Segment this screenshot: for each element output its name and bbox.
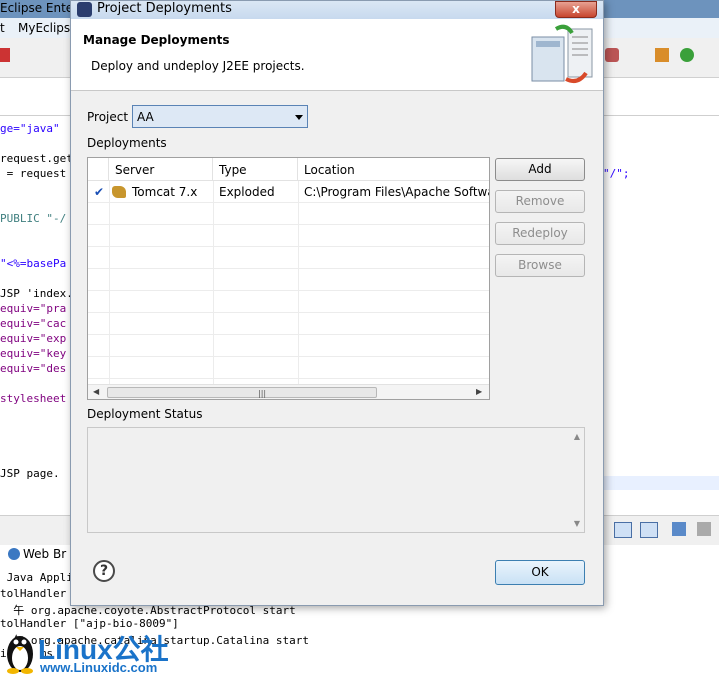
project-select[interactable]: AA: [132, 105, 308, 128]
scroll-down-icon[interactable]: ▼: [574, 519, 580, 528]
tomcat-icon: [112, 186, 126, 198]
ok-button[interactable]: OK: [495, 560, 585, 585]
code-line: equiv="pra: [0, 302, 67, 315]
table-row-empty: [88, 269, 489, 291]
chevron-down-icon: [295, 115, 303, 120]
code-line: request.get: [0, 152, 73, 165]
server-cell: Tomcat 7.x: [110, 181, 213, 203]
code-line: "<%=basePa: [0, 257, 67, 270]
redeploy-button[interactable]: Redeploy: [495, 222, 585, 245]
column-header-server[interactable]: Server: [109, 158, 213, 181]
open-console-icon[interactable]: [672, 522, 686, 536]
console-pin-icon[interactable]: [640, 522, 658, 538]
new-wizard-icon[interactable]: [680, 48, 694, 62]
code-line: ge="java": [0, 122, 60, 135]
column-divider: [213, 181, 214, 384]
menu-item-myeclipse[interactable]: MyEclips: [18, 21, 70, 35]
current-line-highlight: [600, 476, 719, 490]
tab-web-browser[interactable]: Web Br: [4, 545, 70, 565]
console-display-icon[interactable]: [614, 522, 632, 538]
location-cell: C:\Program Files\Apache Softwa: [304, 185, 489, 199]
scroll-up-icon[interactable]: ▲: [574, 432, 580, 441]
toolbar-icon[interactable]: [0, 48, 10, 62]
console-line: Java Applic: [0, 571, 80, 584]
column-divider: [298, 181, 299, 384]
scroll-left-icon[interactable]: ◀: [93, 387, 99, 396]
project-select-value: AA: [137, 110, 154, 124]
myeclipse-logo-icon: [77, 2, 92, 17]
package-icon[interactable]: [655, 48, 669, 62]
deploy-server-icon: [531, 24, 593, 83]
deployments-table[interactable]: Server Type Location ✔ Tomcat 7.x Explod…: [87, 157, 490, 400]
code-line: equiv="key: [0, 347, 67, 360]
table-header: Server Type Location: [88, 158, 489, 181]
code-line: JSP page.: [0, 467, 60, 480]
eclipse-window-title: Eclipse Enter: [0, 1, 79, 15]
scrollbar-thumb[interactable]: |||: [107, 387, 377, 398]
horizontal-scrollbar[interactable]: ◀ ||| ▶: [88, 384, 489, 399]
column-header-location[interactable]: Location: [298, 158, 489, 181]
code-line: equiv="cac: [0, 317, 67, 330]
table-row-empty: [88, 247, 489, 269]
console-line: tolHandler: [0, 587, 67, 600]
minimize-view-icon[interactable]: [697, 522, 711, 536]
globe-icon: [8, 548, 20, 560]
dialog-title-bar[interactable]: Project Deployments x: [71, 1, 603, 19]
table-row-empty: [88, 291, 489, 313]
run-icon[interactable]: [605, 48, 619, 62]
code-line: equiv="des: [0, 362, 67, 375]
penguin-logo-icon: [7, 636, 33, 674]
deployment-status-text[interactable]: ▲ ▼: [87, 427, 585, 533]
table-row-empty: [88, 335, 489, 357]
add-button[interactable]: Add: [495, 158, 585, 181]
table-row-empty: [88, 203, 489, 225]
column-header-check: [88, 158, 109, 181]
code-line: stylesheet: [0, 392, 67, 405]
close-button[interactable]: x: [555, 1, 597, 18]
column-header-type[interactable]: Type: [213, 158, 298, 181]
menu-item-project[interactable]: t: [0, 21, 5, 35]
dialog-description: Deploy and undeploy J2EE projects.: [91, 59, 305, 73]
help-button[interactable]: ?: [93, 560, 115, 582]
watermark: Linux公社 www.Linuxidc.com: [4, 628, 204, 678]
remove-button[interactable]: Remove: [495, 190, 585, 213]
code-fragment-right: "/";: [603, 167, 630, 180]
dialog-header: Manage Deployments: [83, 33, 230, 47]
server-name: Tomcat 7.x: [132, 185, 198, 199]
project-deployments-dialog: Project Deployments x Manage Deployments…: [70, 0, 604, 606]
code-line: PUBLIC "-/: [0, 212, 67, 225]
check-icon: ✔: [94, 185, 105, 199]
type-cell: Exploded: [219, 185, 275, 199]
deployments-label: Deployments: [87, 136, 167, 150]
dialog-banner: Manage Deployments Deploy and undeploy J…: [71, 19, 603, 91]
grip-icon: |||: [258, 389, 267, 398]
tab-web-browser-label: Web Br: [23, 547, 67, 561]
scroll-right-icon[interactable]: ▶: [476, 387, 482, 396]
browse-button[interactable]: Browse: [495, 254, 585, 277]
deployment-status-label: Deployment Status: [87, 407, 203, 421]
watermark-url: www.Linuxidc.com: [40, 660, 158, 675]
dialog-title: Project Deployments: [97, 1, 232, 16]
code-line: JSP 'index.: [0, 287, 73, 300]
code-line: = request: [0, 167, 67, 180]
table-row[interactable]: ✔ Tomcat 7.x Exploded C:\Program Files\A…: [88, 181, 489, 203]
code-line: equiv="exp: [0, 332, 67, 345]
table-row-empty: [88, 225, 489, 247]
column-divider: [109, 181, 110, 384]
project-label: Project: [87, 110, 129, 124]
table-row-empty: [88, 313, 489, 335]
table-row-empty: [88, 357, 489, 379]
